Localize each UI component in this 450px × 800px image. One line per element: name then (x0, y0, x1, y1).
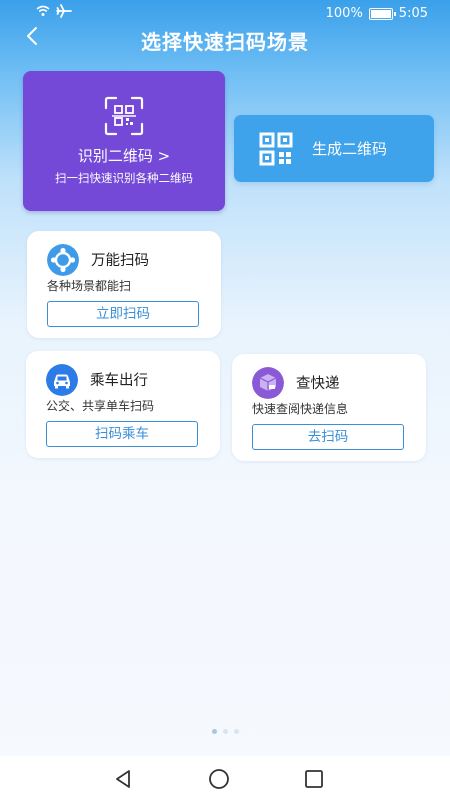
back-triangle-icon[interactable] (111, 767, 135, 791)
scene-card-express: 查快递 快速查阅快递信息 去扫码 (232, 354, 426, 461)
scene-card-universal-scan: 万能扫码 各种场景都能扫 立即扫码 (27, 231, 221, 338)
scene-card-ride: 乘车出行 公交、共享单车扫码 扫码乘车 (26, 351, 220, 458)
status-time: 5:05 (398, 6, 428, 21)
recognize-qr-subtitle: 扫一扫快速识别各种二维码 (55, 171, 193, 185)
battery-icon (368, 7, 396, 20)
pager-dot (222, 729, 228, 734)
recognize-qr-title: 识别二维码 > (77, 147, 171, 165)
pager-dot (233, 729, 239, 734)
airplane-icon (56, 4, 72, 18)
home-circle-icon[interactable] (207, 767, 231, 791)
scan-now-button[interactable]: 立即扫码 (47, 301, 199, 327)
qr-code-icon (259, 132, 293, 166)
scan-ride-button[interactable]: 扫码乘车 (46, 421, 198, 447)
universal-scan-icon (47, 244, 79, 276)
scene-desc: 各种场景都能扫 (47, 279, 132, 293)
recents-square-icon[interactable] (302, 767, 326, 791)
scene-title: 万能扫码 (91, 253, 149, 269)
status-icons-left (36, 4, 72, 18)
generate-qr-card[interactable]: 生成二维码 (234, 115, 434, 182)
system-nav-bar (0, 756, 450, 800)
qr-scan-icon (104, 96, 144, 136)
car-icon (46, 364, 78, 396)
scene-title: 乘车出行 (90, 373, 148, 389)
page-title: 选择快速扫码场景 (141, 30, 309, 54)
scene-desc: 快速查阅快递信息 (252, 402, 349, 416)
generate-qr-label: 生成二维码 (312, 140, 388, 158)
battery-percent: 100% (325, 6, 363, 21)
go-scan-button[interactable]: 去扫码 (252, 424, 404, 450)
package-icon (252, 367, 284, 399)
wifi-icon (36, 5, 50, 16)
pager-dots (0, 729, 450, 734)
status-icons-right: 100% 5:05 (326, 6, 428, 21)
header: 选择快速扫码场景 (0, 22, 450, 62)
scene-title: 查快递 (296, 376, 340, 392)
scene-desc: 公交、共享单车扫码 (46, 399, 155, 413)
pager-dot (211, 729, 217, 734)
recognize-qr-card[interactable]: 识别二维码 > 扫一扫快速识别各种二维码 (23, 71, 225, 211)
